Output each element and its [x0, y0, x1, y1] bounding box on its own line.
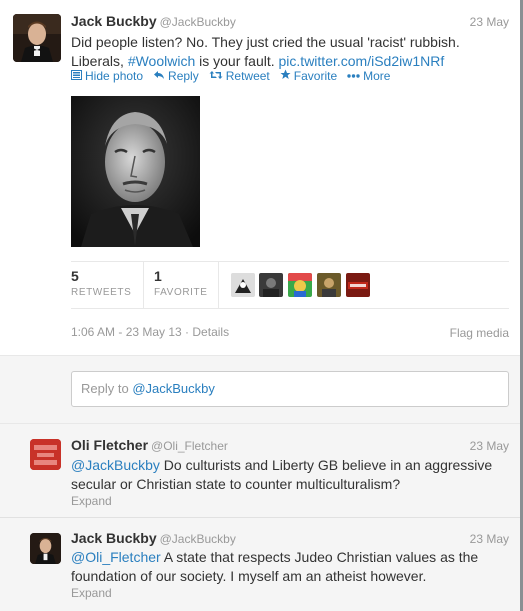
- mention-link[interactable]: @JackBuckby: [71, 457, 160, 473]
- reply-text: @JackBuckby Do culturists and Liberty GB…: [71, 456, 511, 494]
- tweet-actions: Hide photo Reply Retweet Favorite More: [71, 69, 390, 83]
- reply-text-line: secular or Christian state to counter mu…: [71, 476, 401, 492]
- favorites-count: 1: [154, 268, 162, 284]
- retweets-stat[interactable]: 5 RETWEETS: [71, 268, 131, 298]
- tweet-timestamp[interactable]: 1:06 AM - 23 May 13 · Details: [71, 325, 229, 339]
- reply-text-line: @JackBuckby Do culturists and Liberty GB…: [71, 456, 511, 475]
- photo-icon: [71, 69, 82, 83]
- retweets-label: RETWEETS: [71, 287, 132, 298]
- retweet-label: Retweet: [225, 69, 270, 83]
- reply-button[interactable]: Reply: [153, 69, 199, 83]
- flag-media-link[interactable]: Flag media: [450, 326, 509, 340]
- reply-author-handle[interactable]: @Oli_Fletcher: [151, 439, 228, 453]
- pic-link[interactable]: pic.twitter.com/iSd2iw1NRf: [279, 53, 445, 69]
- reply-prefix: Reply to: [81, 381, 133, 396]
- stats-divider: [143, 262, 144, 309]
- reply-mention: @JackBuckby: [132, 381, 215, 396]
- retweet-icon: [209, 70, 223, 83]
- avatar[interactable]: [30, 439, 61, 470]
- tweet-text-line: Did people listen? No. They just cried t…: [71, 34, 460, 50]
- more-button[interactable]: More: [347, 69, 390, 83]
- favorite-button[interactable]: Favorite: [280, 69, 337, 83]
- reply-label: Reply: [168, 69, 199, 83]
- favorite-label: Favorite: [293, 69, 338, 83]
- retweeter-avatar[interactable]: [259, 273, 283, 297]
- tweet-permalink-panel: Jack Buckby @JackBuckby 23 May Did people…: [0, 0, 520, 611]
- hide-photo-label: Hide photo: [85, 69, 144, 83]
- reply-arrow-icon: [153, 70, 165, 83]
- tweet-text-segment: Liberals,: [71, 53, 128, 69]
- star-icon: [280, 69, 291, 83]
- hashtag-link[interactable]: #Woolwich: [128, 53, 195, 69]
- reply-author-name[interactable]: Jack Buckby @JackBuckby: [71, 530, 236, 546]
- reply-tweet[interactable]: Oli Fletcher @Oli_Fletcher 23 May @JackBu…: [0, 424, 520, 518]
- tweet-text-segment: is your fault.: [195, 53, 279, 69]
- retweeter-avatar[interactable]: [346, 273, 370, 297]
- dots-icon: [347, 70, 360, 82]
- reply-author-handle[interactable]: @JackBuckby: [160, 532, 236, 546]
- expand-link[interactable]: Expand: [71, 586, 112, 600]
- avatar[interactable]: [13, 14, 61, 62]
- reply-input[interactable]: Reply to @JackBuckby: [71, 371, 509, 407]
- tweet-stats: 5 RETWEETS 1 FAVORITE: [71, 261, 509, 309]
- tweet-text: Did people listen? No. They just cried t…: [71, 33, 511, 71]
- favorites-stat[interactable]: 1 FAVORITE: [154, 268, 208, 298]
- tweet-photo[interactable]: [71, 96, 200, 247]
- tweet-date[interactable]: 23 May: [470, 15, 509, 29]
- mention-link[interactable]: @Oli_Fletcher: [71, 549, 161, 565]
- reply-text-segment: A state that respects Judeo Christian va…: [160, 549, 479, 565]
- retweets-count: 5: [71, 268, 79, 284]
- avatar[interactable]: [30, 533, 61, 564]
- main-tweet: Jack Buckby @JackBuckby 23 May Did people…: [0, 0, 520, 355]
- reply-area: Reply to @JackBuckby: [0, 355, 520, 424]
- reply-text-line: foundation of our society. I myself am a…: [71, 568, 427, 584]
- reply-text: @Oli_Fletcher A state that respects Jude…: [71, 548, 511, 586]
- retweeter-avatar[interactable]: [317, 273, 341, 297]
- reply-text-line: @Oli_Fletcher A state that respects Jude…: [71, 548, 511, 567]
- hide-photo-button[interactable]: Hide photo: [71, 69, 143, 83]
- retweet-button[interactable]: Retweet: [209, 69, 270, 83]
- reply-text-segment: Do culturists and Liberty GB believe in …: [159, 457, 493, 473]
- reply-author-name[interactable]: Oli Fletcher @Oli_Fletcher: [71, 437, 228, 453]
- retweeter-avatar[interactable]: [288, 273, 312, 297]
- reply-date[interactable]: 23 May: [470, 532, 509, 546]
- retweeter-avatar[interactable]: [231, 273, 255, 297]
- stats-divider: [218, 262, 219, 309]
- expand-link[interactable]: Expand: [71, 494, 112, 508]
- reply-date[interactable]: 23 May: [470, 439, 509, 453]
- author-handle[interactable]: @JackBuckby: [160, 15, 236, 29]
- more-label: More: [363, 69, 391, 83]
- reply-tweet[interactable]: Jack Buckby @JackBuckby 23 May @Oli_Fletc…: [0, 518, 520, 611]
- favorites-label: FAVORITE: [154, 287, 208, 298]
- author-name[interactable]: Jack Buckby @JackBuckby: [71, 13, 236, 29]
